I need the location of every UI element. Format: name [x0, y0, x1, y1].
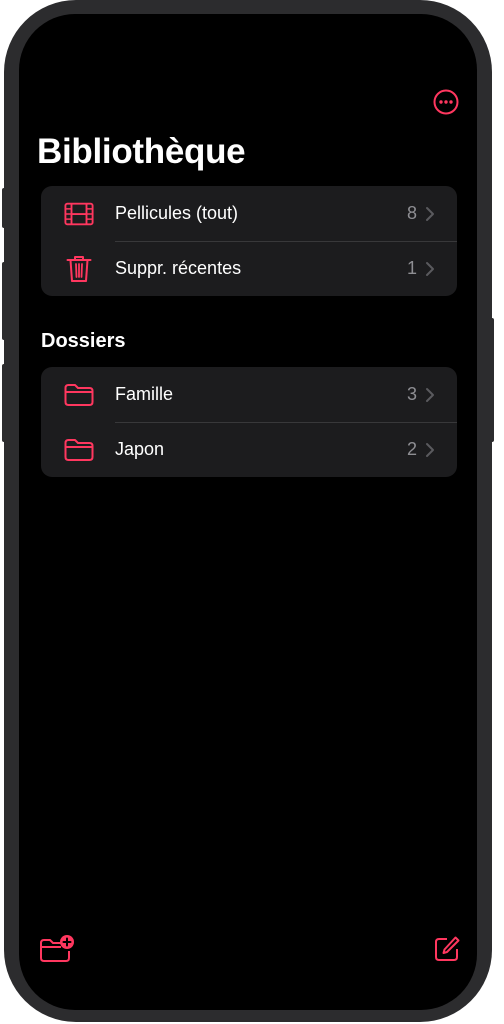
side-button [2, 364, 6, 442]
library-item-label: Suppr. récentes [115, 258, 242, 278]
folder-icon [64, 435, 94, 465]
folder-item-count: 3 [406, 384, 417, 404]
folder-item-famille[interactable]: Famille 3 [41, 367, 457, 422]
folder-item-label: Famille [115, 384, 174, 404]
page-title: Bibliothèque [37, 132, 246, 171]
library-group: Pellicules (tout) 8 Suppr. récentes 1 [41, 186, 457, 296]
library-item-pellicules[interactable]: Pellicules (tout) 8 [41, 186, 457, 241]
folder-badge-plus-icon [40, 935, 74, 962]
folder-icon [64, 380, 94, 410]
chevron-right-icon [425, 261, 435, 277]
ellipsis-circle-icon [433, 89, 459, 115]
library-item-suppr-recentes[interactable]: Suppr. récentes 1 [41, 241, 457, 296]
folders-group: Famille 3 Japon 2 [41, 367, 457, 477]
screen: Bibliothèque Pellicules (tout) 8 Suppr. … [19, 14, 477, 1010]
library-item-label: Pellicules (tout) [115, 203, 239, 223]
chevron-right-icon [425, 387, 435, 403]
folder-item-label: Japon [115, 439, 165, 459]
chevron-right-icon [425, 206, 435, 222]
side-button [2, 262, 6, 340]
folder-item-count: 2 [406, 439, 417, 459]
more-options-button[interactable] [432, 88, 460, 116]
library-item-count: 8 [406, 203, 417, 223]
trash-icon [64, 254, 94, 284]
side-button [2, 188, 6, 228]
folder-item-japon[interactable]: Japon 2 [41, 422, 457, 477]
compose-button[interactable] [429, 934, 465, 964]
side-button [490, 318, 494, 442]
library-item-count: 1 [406, 258, 417, 278]
section-header-dossiers: Dossiers [41, 330, 126, 352]
square-pencil-icon [435, 936, 460, 961]
film-icon [64, 199, 94, 229]
chevron-right-icon [425, 442, 435, 458]
new-folder-button[interactable] [39, 934, 75, 964]
